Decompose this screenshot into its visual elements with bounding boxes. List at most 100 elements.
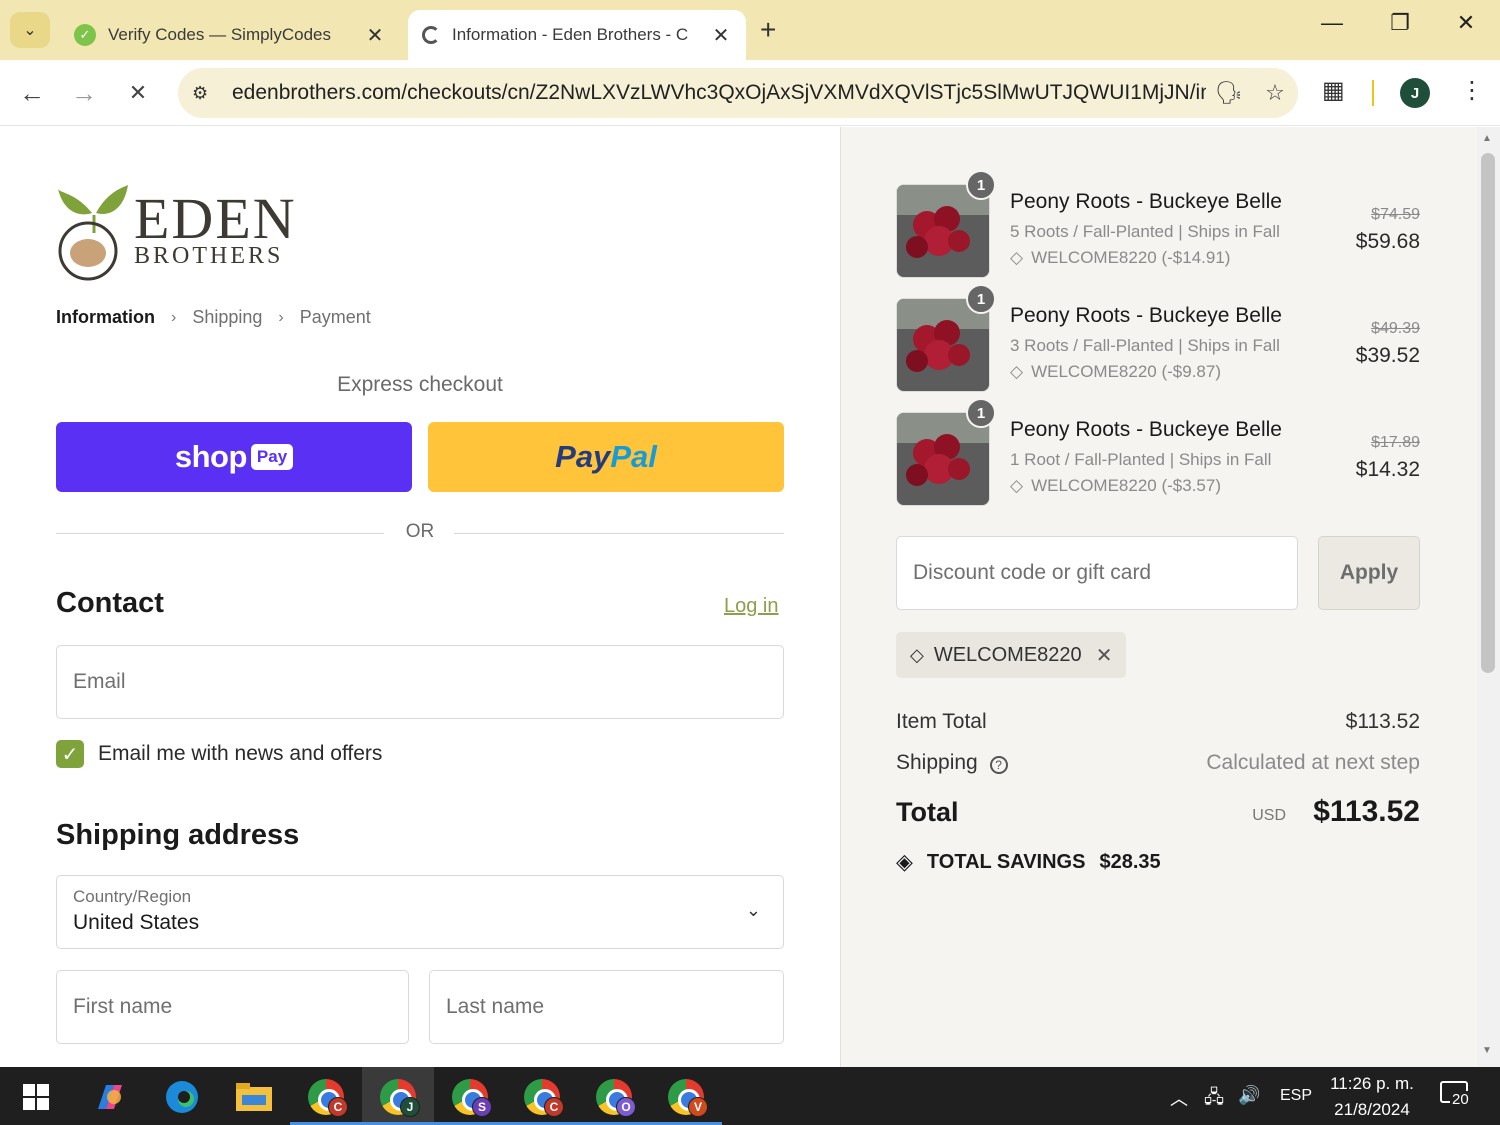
- breadcrumb-shipping[interactable]: Shipping: [192, 307, 262, 328]
- newsletter-label[interactable]: Email me with news and offers: [98, 742, 382, 766]
- item-variant: 3 Roots / Fall-Planted | Ships in Fall: [1010, 336, 1280, 355]
- item-discount: ◇ WELCOME8220 (-$9.87): [1010, 362, 1221, 382]
- remove-discount-icon[interactable]: ✕: [1096, 643, 1113, 668]
- breadcrumb: Information › Shipping › Payment: [56, 307, 371, 328]
- browser-menu-icon[interactable]: ⋮: [1460, 76, 1484, 105]
- minimize-button[interactable]: —: [1302, 10, 1362, 36]
- tag-icon: ◇: [1010, 476, 1024, 495]
- taskbar-chrome-j[interactable]: J: [362, 1067, 434, 1125]
- page-scrollbar[interactable]: ▲ ▼: [1477, 127, 1500, 1067]
- copilot-icon[interactable]: [88, 1075, 132, 1119]
- eden-brothers-logo[interactable]: EDEN BROTHERS: [56, 183, 316, 283]
- scroll-up-arrow-icon[interactable]: ▲: [1482, 133, 1492, 144]
- extensions-puzzle-icon[interactable]: ▦: [1322, 76, 1345, 105]
- tab-eden-brothers[interactable]: Information - Eden Brothers - C ✕: [408, 10, 746, 60]
- taskbar-chrome-s[interactable]: S: [434, 1067, 506, 1125]
- taskbar-chrome-v[interactable]: V: [650, 1067, 722, 1125]
- item-variant: 5 Roots / Fall-Planted | Ships in Fall: [1010, 222, 1280, 241]
- item-discount: ◇ WELCOME8220 (-$3.57): [1010, 476, 1221, 496]
- country-value: United States: [73, 911, 200, 934]
- stop-loading-button[interactable]: ✕: [120, 76, 156, 112]
- windows-start-icon[interactable]: [14, 1075, 58, 1119]
- loading-favicon-icon: [422, 26, 440, 44]
- url-text[interactable]: edenbrothers.com/checkouts/cn/Z2NwLXVzLW…: [232, 81, 1206, 105]
- chevron-right-icon: ›: [278, 308, 284, 326]
- country-label: Country/Region: [73, 887, 192, 906]
- restore-button[interactable]: ❐: [1370, 10, 1430, 36]
- express-checkout-heading: Express checkout: [337, 373, 503, 396]
- total-amount: $113.52: [1313, 795, 1420, 828]
- tab-simplycodes[interactable]: ✓ Verify Codes — SimplyCodes ✕: [60, 10, 400, 60]
- discount-placeholder: Discount code or gift card: [913, 561, 1152, 584]
- item-discount-text: WELCOME8220 (-$14.91): [1031, 248, 1231, 267]
- scroll-down-arrow-icon[interactable]: ▼: [1482, 1045, 1492, 1056]
- paypal-button[interactable]: Pay Pal: [428, 422, 784, 492]
- notification-count: 20: [1450, 1091, 1471, 1108]
- file-explorer-icon[interactable]: [232, 1075, 276, 1119]
- profile-badge: O: [616, 1097, 636, 1117]
- last-name-field[interactable]: Last name: [429, 970, 784, 1044]
- item-name: Peony Roots - Buckeye Belle: [1010, 418, 1282, 441]
- new-tab-button[interactable]: +: [760, 14, 776, 46]
- quantity-badge: 1: [966, 398, 996, 428]
- simplycodes-favicon-icon: ✓: [74, 24, 96, 46]
- newsletter-checkbox[interactable]: ✓: [56, 740, 84, 768]
- contact-heading: Contact: [56, 587, 164, 619]
- show-hidden-icons-chevron-icon[interactable]: ︿: [1170, 1085, 1188, 1111]
- item-price: $39.52: [1355, 344, 1420, 367]
- order-item: 1 Peony Roots - Buckeye Belle 1 Root / F…: [896, 398, 1426, 508]
- breadcrumb-information: Information: [56, 307, 155, 327]
- notifications-button[interactable]: 20: [1440, 1081, 1474, 1111]
- address-bar[interactable]: ⚙ edenbrothers.com/checkouts/cn/Z2NwLXVz…: [178, 68, 1298, 118]
- taskbar-chrome-c[interactable]: C: [290, 1067, 362, 1125]
- email-placeholder: Email: [73, 670, 126, 693]
- taskbar-chrome-c2[interactable]: C: [506, 1067, 578, 1125]
- profile-avatar[interactable]: J: [1400, 78, 1430, 108]
- close-tab-icon[interactable]: ✕: [364, 23, 386, 48]
- bookmark-star-icon[interactable]: ☆: [1252, 80, 1298, 106]
- tag-icon: ◈: [896, 849, 913, 874]
- back-button[interactable]: ←: [14, 76, 50, 112]
- profile-badge: C: [544, 1097, 564, 1117]
- item-name: Peony Roots - Buckeye Belle: [1010, 190, 1282, 213]
- system-clock[interactable]: 11:26 p. m. 21/8/2024: [1322, 1071, 1422, 1123]
- item-name: Peony Roots - Buckeye Belle: [1010, 304, 1282, 327]
- tab-title: Information - Eden Brothers - C: [452, 25, 689, 44]
- email-field[interactable]: Email: [56, 645, 784, 719]
- newsletter-option[interactable]: ✓ Email me with news and offers: [56, 740, 382, 768]
- site-info-icon[interactable]: ⚙: [192, 83, 222, 104]
- clock-date: 21/8/2024: [1334, 1100, 1410, 1119]
- breadcrumb-payment[interactable]: Payment: [300, 307, 371, 328]
- chevron-down-icon: ⌄: [745, 900, 761, 920]
- country-select[interactable]: Country/Region United States ⌄: [56, 875, 784, 949]
- scrollbar-thumb[interactable]: [1481, 153, 1495, 673]
- shop-pay-badge: Pay: [250, 444, 294, 470]
- log-in-link[interactable]: Log in: [724, 595, 779, 618]
- discount-code-input[interactable]: Discount code or gift card: [896, 536, 1298, 610]
- tab-search-button[interactable]: ⌄: [10, 12, 50, 48]
- shipping-label: Shipping: [896, 751, 978, 774]
- savings-amount: $28.35: [1099, 850, 1161, 873]
- apply-button[interactable]: Apply: [1318, 536, 1420, 610]
- total-savings: ◈ TOTAL SAVINGS $28.35: [896, 849, 1161, 875]
- shop-pay-button[interactable]: shop Pay: [56, 422, 412, 492]
- help-circle-icon[interactable]: ?: [989, 756, 1008, 774]
- logo-wordmark-eden: EDEN: [134, 186, 297, 251]
- language-indicator[interactable]: ESP: [1280, 1087, 1312, 1105]
- item-original-price: $17.89: [1371, 434, 1420, 451]
- close-tab-icon[interactable]: ✕: [710, 23, 732, 48]
- browser-toolbar: ← → ✕ ⚙ edenbrothers.com/checkouts/cn/Z2…: [0, 60, 1500, 126]
- edge-browser-icon[interactable]: [160, 1075, 204, 1119]
- forward-button[interactable]: →: [66, 76, 102, 112]
- translate-icon[interactable]: 🗣: [1206, 80, 1252, 106]
- taskbar-chrome-o[interactable]: O: [578, 1067, 650, 1125]
- close-window-button[interactable]: ✕: [1436, 10, 1496, 36]
- quantity-badge: 1: [966, 170, 996, 200]
- first-name-field[interactable]: First name: [56, 970, 409, 1044]
- volume-icon[interactable]: 🔊: [1238, 1085, 1260, 1106]
- item-price: $14.32: [1355, 458, 1420, 481]
- tag-icon: ◇: [910, 644, 924, 665]
- item-variant: 1 Root / Fall-Planted | Ships in Fall: [1010, 450, 1272, 469]
- profile-badge: V: [688, 1097, 708, 1117]
- network-icon[interactable]: 🖧: [1204, 1085, 1224, 1115]
